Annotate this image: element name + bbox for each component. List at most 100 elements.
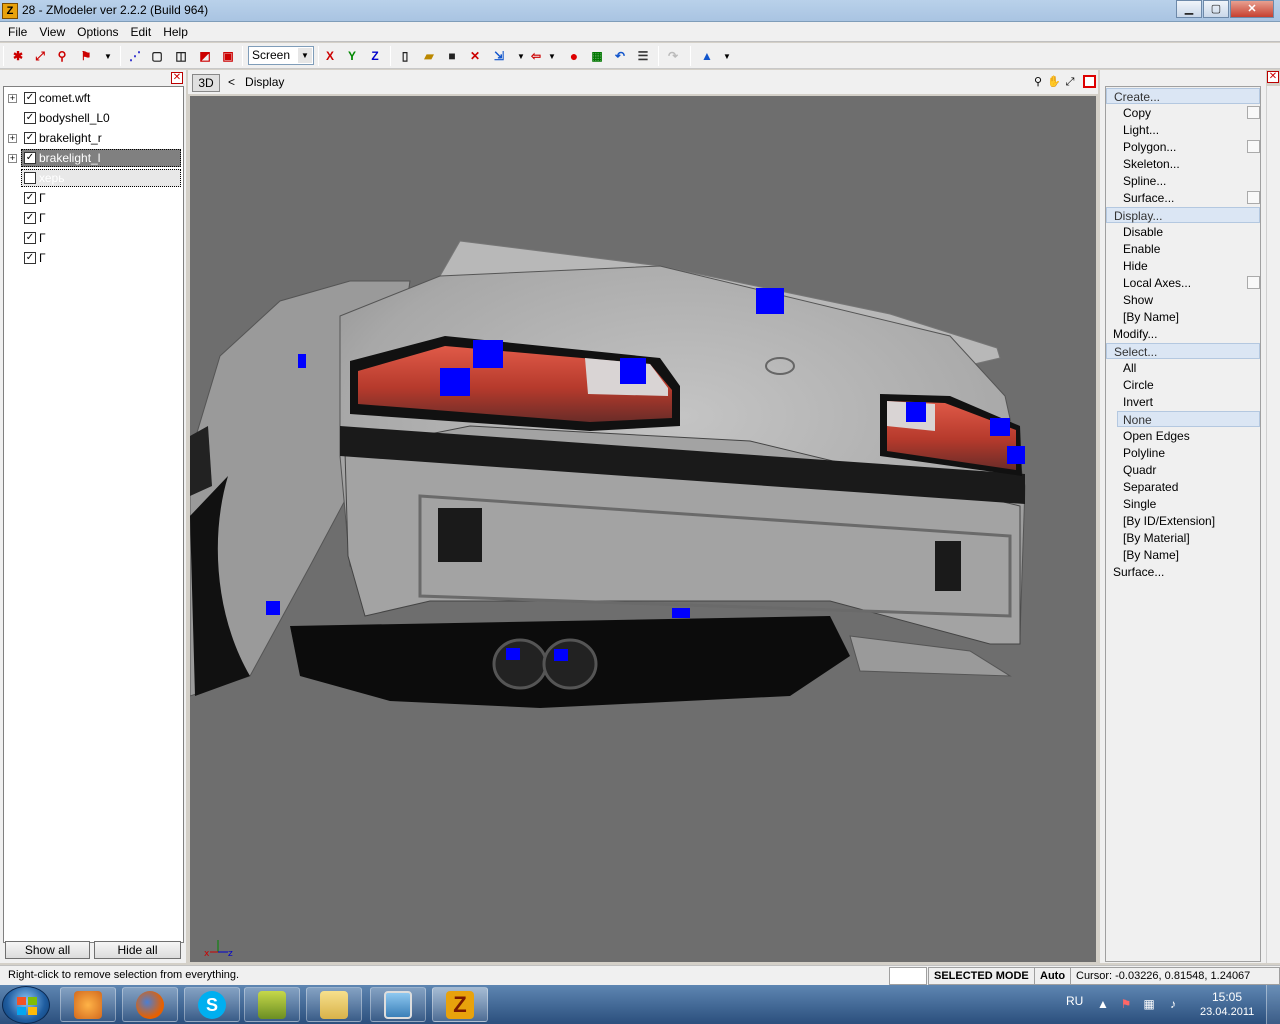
record-icon[interactable]: ● [565,47,583,65]
cmd-select-polyline[interactable]: Polyline [1106,445,1260,461]
tree-item-g3[interactable]: ✓ Г [4,228,184,248]
viewport-close-icon[interactable] [1083,75,1096,88]
taskbar-app-green[interactable] [244,987,300,1022]
cmd-display[interactable]: Display... [1106,207,1260,223]
tree-item-brakelight-r[interactable]: + ✓ brakelight_r [4,128,184,148]
clock-time[interactable]: 15:05 [1212,990,1242,1004]
cmd-checkbox[interactable] [1247,191,1260,204]
object-tree[interactable]: + ✓ comet.wft ✓ bodyshell_L0 + ✓ brakeli… [3,86,184,943]
cmd-select-by-id[interactable]: [By ID/Extension] [1106,513,1260,529]
cmd-select-all[interactable]: All [1106,360,1260,376]
cmd-checkbox[interactable] [1247,140,1260,153]
surface-mode-icon[interactable]: ◩ [196,47,214,65]
cmd-display-by-name[interactable]: [By Name] [1106,309,1260,325]
show-desktop-button[interactable] [1266,985,1280,1024]
chevron-down-icon[interactable]: ▼ [298,48,312,63]
coord-mode-select[interactable]: Screen ▼ [248,46,314,65]
visibility-checkbox[interactable]: ✓ [24,152,36,164]
menu-edit[interactable]: Edit [125,25,158,39]
cmd-surface-create[interactable]: Surface... [1106,190,1260,206]
cmd-select-open-edges[interactable]: Open Edges [1106,428,1260,444]
start-button[interactable] [2,986,50,1024]
expand-icon[interactable]: + [8,153,17,163]
taskbar-image-viewer[interactable] [370,987,426,1022]
cmd-enable[interactable]: Enable [1106,241,1260,257]
show-all-button[interactable]: Show all [5,941,90,959]
visibility-checkbox[interactable]: ✓ [24,92,36,104]
taskbar-skype[interactable]: S [184,987,240,1022]
tray-alert-icon[interactable]: ⚑ [1119,997,1133,1011]
pan-hand-icon[interactable]: ✋ [1047,75,1061,89]
menu-help[interactable]: Help [157,25,194,39]
edge-mode-icon[interactable]: ▢ [148,47,166,65]
cmd-select-invert[interactable]: Invert [1106,394,1260,410]
expand-icon[interactable]: + [8,93,17,103]
tree-item-g4[interactable]: ✓ Г [4,248,184,268]
cmd-create[interactable]: Create... [1106,88,1260,104]
import-icon[interactable]: ⇲ [490,47,508,65]
notes-icon[interactable]: ☰ [634,47,652,65]
menu-file[interactable]: File [2,25,33,39]
cmd-select-by-name[interactable]: [By Name] [1106,547,1260,563]
taskbar-zmodeler[interactable]: Z [432,987,488,1022]
cmd-select-single[interactable]: Single [1106,496,1260,512]
options-icon[interactable]: ▦ [588,47,606,65]
zoom-icon[interactable]: ⚲ [1031,75,1045,89]
cmd-select[interactable]: Select... [1106,343,1260,359]
hide-all-button[interactable]: Hide all [94,941,181,959]
save-icon[interactable]: ■ [443,47,461,65]
visibility-checkbox[interactable]: ✓ [24,232,36,244]
maximize-viewport-icon[interactable]: ⤢ [1063,75,1077,89]
cmd-select-circle[interactable]: Circle [1106,377,1260,393]
menu-options[interactable]: Options [71,25,124,39]
taskbar-firefox[interactable] [122,987,178,1022]
visibility-checkbox[interactable]: ✓ [24,212,36,224]
chevron-down-icon[interactable]: ▼ [718,47,736,65]
select-poly-icon[interactable]: ⚲ [53,47,71,65]
chevron-down-icon[interactable]: ▼ [543,47,561,65]
tree-item-g2[interactable]: ✓ Г [4,208,184,228]
cmd-copy[interactable]: Copy [1106,105,1260,121]
tree-item-comet[interactable]: + ✓ comet.wft [4,88,184,108]
cmd-disable[interactable]: Disable [1106,224,1260,240]
close-button[interactable]: ✕ [1230,0,1274,18]
tree-item-g1[interactable]: ✓ Г [4,188,184,208]
language-indicator[interactable]: RU [1066,994,1083,1008]
tree-item-bodyshell[interactable]: ✓ bodyshell_L0 [4,108,184,128]
cmd-select-separated[interactable]: Separated [1106,479,1260,495]
select-edge-icon[interactable]: ⤢ [31,47,49,65]
redo-icon[interactable]: ↷ [664,47,682,65]
tray-expand-icon[interactable]: ▲ [1096,997,1110,1011]
new-file-icon[interactable]: ▯ [396,47,414,65]
visibility-checkbox[interactable]: ✓ [24,192,36,204]
axis-x-toggle[interactable]: X [321,47,339,65]
cmd-local-axes[interactable]: Local Axes... [1106,275,1260,291]
visibility-checkbox[interactable] [24,172,36,184]
open-folder-icon[interactable]: ▰ [420,47,438,65]
axis-y-toggle[interactable]: Y [343,47,361,65]
clock-date[interactable]: 23.04.2011 [1200,1006,1254,1018]
chevron-down-icon[interactable]: ▼ [99,47,117,65]
cmd-spline[interactable]: Spline... [1106,173,1260,189]
viewport-mode-button[interactable]: 3D [192,74,220,92]
cmd-select-none[interactable]: None [1117,411,1260,427]
visibility-checkbox[interactable]: ✓ [24,132,36,144]
close-icon[interactable]: ✕ [171,72,183,84]
cmd-hide[interactable]: Hide [1106,258,1260,274]
volume-icon[interactable]: ♪ [1166,997,1180,1011]
cmd-modify[interactable]: Modify... [1106,326,1260,342]
taskbar-explorer[interactable] [306,987,362,1022]
poly-mode-icon[interactable]: ◫ [172,47,190,65]
tree-item-hidden[interactable]: херь [4,168,184,188]
minimize-button[interactable]: ▁ [1176,0,1202,18]
cmd-surface[interactable]: Surface... [1106,564,1260,580]
cmd-checkbox[interactable] [1247,276,1260,289]
3d-viewport[interactable]: x z [189,96,1096,962]
cmd-checkbox[interactable] [1247,106,1260,119]
cmd-select-quadr[interactable]: Quadr [1106,462,1260,478]
cmd-skeleton[interactable]: Skeleton... [1106,156,1260,172]
select-object-icon[interactable]: ⚑ [77,47,95,65]
render-icon[interactable]: ▲ [698,47,716,65]
tree-item-brakelight-l[interactable]: + ✓ brakelight_l [4,148,184,168]
vertex-mode-icon[interactable]: ⋰ [126,47,144,65]
